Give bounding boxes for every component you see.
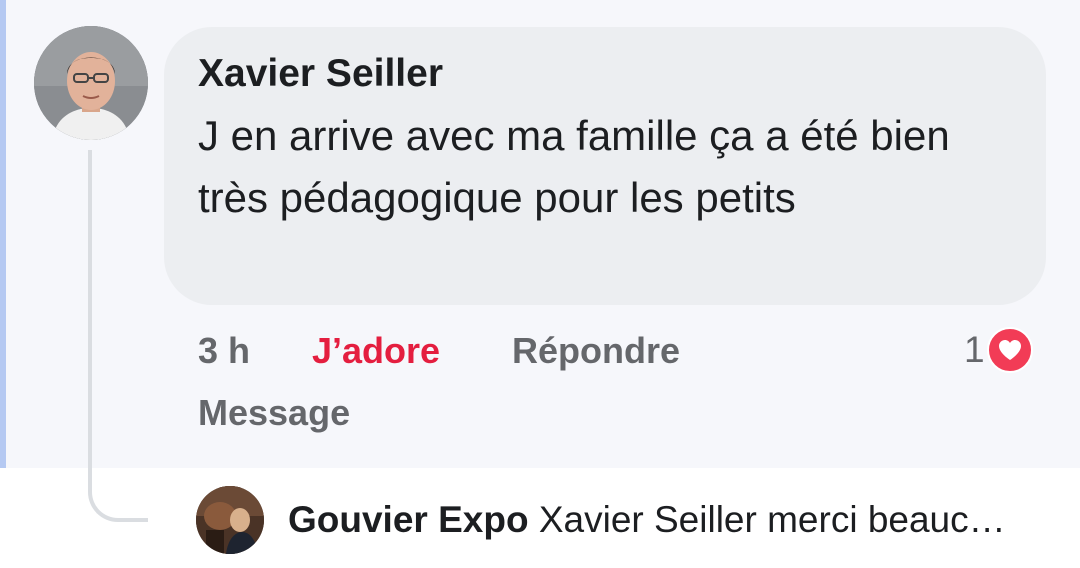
comment-bubble: Xavier Seiller J en arrive avec ma famil…	[164, 27, 1046, 305]
comment-author[interactable]: Xavier Seiller	[198, 51, 1012, 97]
heart-icon	[986, 327, 1033, 373]
highlight-accent-bar	[0, 0, 6, 468]
reply-preview[interactable]: Gouvier Expo Xavier Seiller merci beauc…	[288, 494, 1058, 546]
reply-author[interactable]: Gouvier Expo	[288, 499, 529, 540]
reaction-count: 1	[964, 329, 985, 370]
message-button[interactable]: Message	[198, 388, 350, 438]
reply-button[interactable]: Répondre	[512, 326, 680, 376]
comment-timestamp[interactable]: 3 h	[198, 326, 250, 376]
reply-text: Xavier Seiller merci beauc…	[538, 499, 1006, 540]
comment-text: J en arrive avec ma famille ça a été bie…	[198, 112, 950, 221]
reaction-summary[interactable]: 1	[964, 324, 1033, 376]
love-button[interactable]: J’adore	[312, 326, 440, 376]
reply-thread-line	[88, 150, 148, 522]
avatar[interactable]	[34, 26, 148, 140]
reply-avatar[interactable]	[196, 486, 264, 554]
